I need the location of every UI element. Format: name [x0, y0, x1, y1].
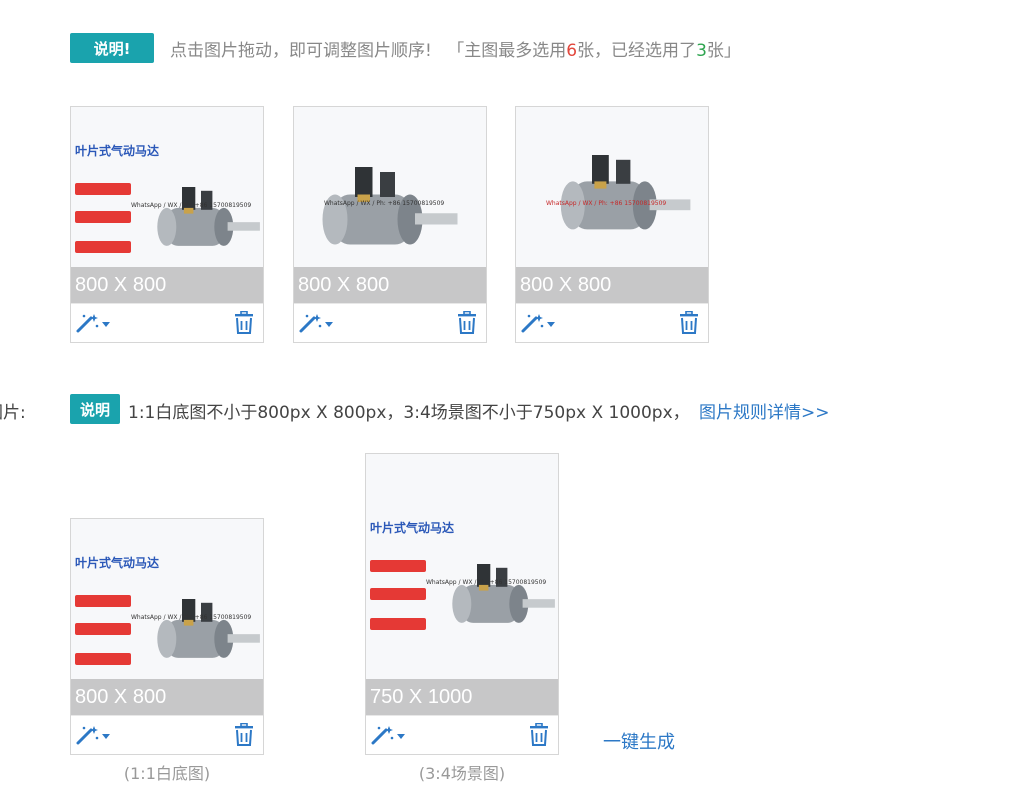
card-toolbar: [71, 303, 263, 342]
image-thumbnail[interactable]: WhatsApp / WX / Ph: +86 15700819509 800 …: [516, 107, 708, 303]
one-click-generate-link[interactable]: 一键生成: [603, 728, 675, 754]
image-rules-link[interactable]: 图片规则详情>>: [699, 403, 830, 423]
image-thumbnail[interactable]: 叶片式气动马达 WhatsApp / WX / Ph: +86 157008195…: [71, 107, 263, 303]
image-thumbnail[interactable]: 叶片式气动马达 WhatsApp / WX / Ph: +86 157008195…: [366, 454, 558, 715]
red-feature-tag: [370, 588, 426, 600]
limit-note-prefix: 「主图最多选用: [447, 41, 567, 61]
watermark-text: WhatsApp / WX / Ph: +86 15700819509: [131, 614, 251, 621]
drag-note-text: 点击图片拖动，即可调整图片顺序!: [170, 41, 432, 61]
spec-note: 1:1白底图不小于800px X 800px，3:4场景图不小于750px X …: [128, 398, 830, 423]
spec-badge: 说明: [70, 394, 120, 424]
limit-note-mid: 张，已经选用了: [577, 41, 697, 61]
trash-icon[interactable]: [528, 722, 550, 751]
red-feature-tag: [75, 241, 131, 253]
red-feature-tag: [75, 595, 131, 607]
drag-note: 点击图片拖动，即可调整图片顺序! 「主图最多选用6张，已经选用了3张」: [170, 36, 741, 61]
red-feature-tag: [75, 653, 131, 665]
red-feature-tag: [75, 211, 131, 223]
watermark-text: WhatsApp / WX / Ph: +86 15700819509: [546, 200, 666, 207]
red-feature-tag: [370, 618, 426, 630]
product-image: 叶片式气动马达 WhatsApp / WX / Ph: +86 157008195…: [366, 454, 558, 715]
note-badge: 说明!: [70, 33, 154, 63]
max-count: 6: [566, 41, 578, 61]
main-image-card-2[interactable]: WhatsApp / WX / Ph: +86 15700819509 800 …: [293, 106, 487, 343]
magic-wand-icon[interactable]: [75, 724, 113, 746]
section-label: 图片:: [0, 403, 26, 423]
trash-icon[interactable]: [678, 310, 700, 339]
scene-image-card[interactable]: 叶片式气动马达 WhatsApp / WX / Ph: +86 157008195…: [365, 453, 559, 755]
main-image-card-1[interactable]: 叶片式气动马达 WhatsApp / WX / Ph: +86 157008195…: [70, 106, 264, 343]
image-caption: (3:4场景图): [418, 764, 506, 783]
image-caption: (1:1白底图): [123, 764, 211, 783]
magic-wand-icon[interactable]: [298, 312, 336, 334]
card-toolbar: [516, 303, 708, 342]
main-image-card-3[interactable]: WhatsApp / WX / Ph: +86 15700819509 800 …: [515, 106, 709, 343]
watermark-text: WhatsApp / WX / Ph: +86 15700819509: [426, 579, 546, 586]
magic-wand-icon[interactable]: [370, 724, 408, 746]
product-title-text: 叶片式气动马达: [75, 555, 159, 570]
image-thumbnail[interactable]: WhatsApp / WX / Ph: +86 15700819509 800 …: [294, 107, 486, 303]
limit-note-suffix: 张」: [706, 41, 741, 61]
watermark-text: WhatsApp / WX / Ph: +86 15700819509: [324, 200, 444, 207]
watermark-text: WhatsApp / WX / Ph: +86 15700819509: [131, 202, 251, 209]
card-toolbar: [294, 303, 486, 342]
trash-icon[interactable]: [233, 310, 255, 339]
product-title-text: 叶片式气动马达: [370, 520, 454, 535]
image-size-label: 800 X 800: [71, 679, 263, 715]
white-background-image-card[interactable]: 叶片式气动马达 WhatsApp / WX / Ph: +86 157008195…: [70, 518, 264, 755]
image-size-label: 800 X 800: [516, 267, 708, 303]
red-feature-tag: [75, 183, 131, 195]
card-toolbar: [366, 715, 558, 754]
red-feature-tag: [370, 560, 426, 572]
image-size-label: 800 X 800: [294, 267, 486, 303]
trash-icon[interactable]: [233, 722, 255, 751]
product-title-text: 叶片式气动马达: [75, 143, 159, 158]
trash-icon[interactable]: [456, 310, 478, 339]
magic-wand-icon[interactable]: [75, 312, 113, 334]
image-size-label: 750 X 1000: [366, 679, 558, 715]
red-feature-tag: [75, 623, 131, 635]
card-toolbar: [71, 715, 263, 754]
magic-wand-icon[interactable]: [520, 312, 558, 334]
used-count: 3: [696, 41, 707, 61]
image-size-label: 800 X 800: [71, 267, 263, 303]
image-thumbnail[interactable]: 叶片式气动马达 WhatsApp / WX / Ph: +86 157008195…: [71, 519, 263, 715]
spec-note-text: 1:1白底图不小于800px X 800px，3:4场景图不小于750px X …: [128, 403, 690, 423]
